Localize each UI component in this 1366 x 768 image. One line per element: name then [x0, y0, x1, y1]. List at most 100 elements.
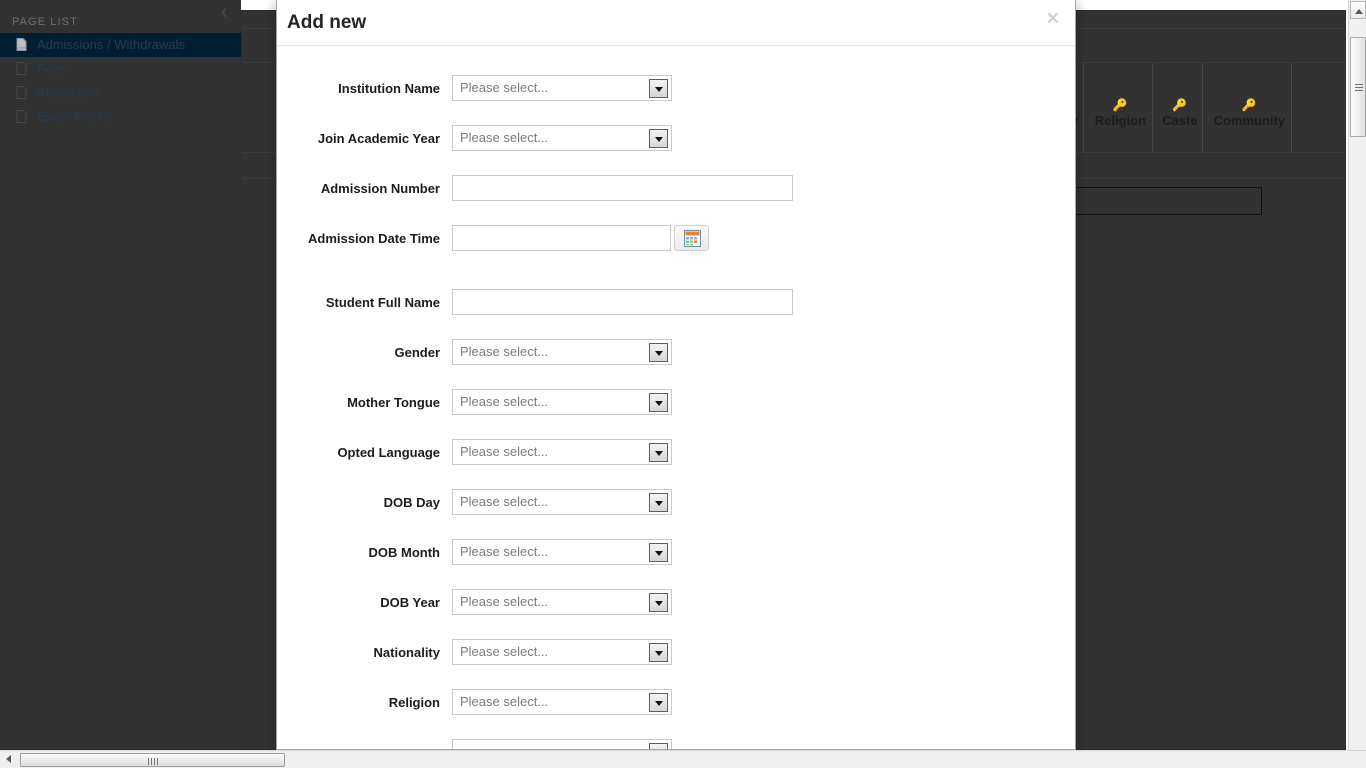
- sidebar-item-admissions-withdrawals[interactable]: Admissions / Withdrawals: [0, 33, 241, 57]
- field-label: Institution Name: [277, 75, 440, 98]
- field-label: Student Full Name: [277, 289, 440, 312]
- sidebar-item-label: Exam Marks: [38, 109, 110, 124]
- add-new-modal: Add new × Institution Name Please select…: [276, 0, 1076, 750]
- form-row-dob-month: DOB Month Please select...: [277, 539, 1075, 589]
- scroll-vertical-thumb[interactable]: [1350, 37, 1366, 137]
- chevron-left-glyph: [218, 6, 229, 19]
- form-row-admission-date-time: Admission Date Time: [277, 225, 1075, 289]
- student-full-name-input[interactable]: [452, 289, 793, 315]
- sidebar-header: PAGE LIST: [0, 0, 241, 33]
- chevron-down-icon[interactable]: [649, 129, 668, 148]
- form-row-gender: Gender Please select...: [277, 339, 1075, 389]
- page-icon: [16, 86, 27, 99]
- select-value: Please select...: [460, 544, 548, 559]
- field-control: [452, 739, 672, 749]
- admission-number-input[interactable]: [452, 175, 793, 201]
- field-label: Admission Date Time: [277, 225, 440, 248]
- field-control: Please select...: [452, 689, 672, 715]
- field-label: Gender: [277, 339, 440, 362]
- form-row-next-partial: [277, 739, 1075, 749]
- grid-column-religion[interactable]: 🔑 Religion: [1089, 63, 1153, 153]
- field-control: Please select...: [452, 639, 672, 665]
- scroll-horizontal-thumb[interactable]: [20, 753, 285, 767]
- field-label: Admission Number: [277, 175, 440, 198]
- join-academic-year-select[interactable]: Please select...: [452, 125, 672, 151]
- modal-title: Add new: [287, 12, 366, 34]
- field-control: Please select...: [452, 125, 672, 151]
- dob-year-select[interactable]: Please select...: [452, 589, 672, 615]
- page-icon: [16, 38, 27, 51]
- form-row-mother-tongue: Mother Tongue Please select...: [277, 389, 1075, 439]
- field-control: [452, 289, 793, 315]
- sidebar-item-label: Attendance: [37, 85, 103, 100]
- field-label: DOB Month: [277, 539, 440, 562]
- opted-language-select[interactable]: Please select...: [452, 439, 672, 465]
- grid-column-community[interactable]: 🔑 Community: [1208, 63, 1292, 153]
- chevron-down-icon[interactable]: [649, 493, 668, 512]
- form-row-admission-number: Admission Number: [277, 175, 1075, 225]
- scrollbar-vertical[interactable]: [1348, 0, 1366, 750]
- form-row-institution-name: Institution Name Please select...: [277, 75, 1075, 125]
- dob-month-select[interactable]: Please select...: [452, 539, 672, 565]
- chevron-down-icon[interactable]: [649, 743, 668, 749]
- chevron-down-icon[interactable]: [649, 443, 668, 462]
- field-control: Please select...: [452, 75, 672, 101]
- select-value: Please select...: [460, 130, 548, 145]
- sidebar-item-attendance[interactable]: Attendance: [0, 81, 241, 105]
- religion-select[interactable]: Please select...: [452, 689, 672, 715]
- calendar-icon[interactable]: [674, 225, 709, 251]
- form-row-dob-year: DOB Year Please select...: [277, 589, 1075, 639]
- select-value: Please select...: [460, 694, 548, 709]
- institution-name-select[interactable]: Please select...: [452, 75, 672, 101]
- nationality-select[interactable]: Please select...: [452, 639, 672, 665]
- form-row-student-full-name: Student Full Name: [277, 289, 1075, 339]
- field-label: Mother Tongue: [277, 389, 440, 412]
- close-icon[interactable]: ×: [1047, 8, 1059, 29]
- form-row-religion: Religion Please select...: [277, 689, 1075, 739]
- chevron-down-icon[interactable]: [649, 343, 668, 362]
- grid-column-caste[interactable]: 🔑 Caste: [1157, 63, 1203, 153]
- chevron-left-icon[interactable]: [213, 5, 233, 25]
- select-value: Please select...: [460, 444, 548, 459]
- admission-date-time-input[interactable]: [452, 225, 671, 251]
- mother-tongue-select[interactable]: Please select...: [452, 389, 672, 415]
- grid-column-label: Caste: [1157, 113, 1202, 128]
- field-label: Join Academic Year: [277, 125, 440, 148]
- key-icon: 🔑: [1208, 98, 1291, 112]
- grid-column-label: Community: [1208, 113, 1291, 128]
- dob-day-select[interactable]: Please select...: [452, 489, 672, 515]
- modal-body: Institution Name Please select... Join A…: [277, 47, 1075, 749]
- scroll-left-arrow-icon[interactable]: [1, 752, 17, 767]
- sidebar-item-fees[interactable]: Fees: [0, 57, 241, 81]
- chevron-down-icon[interactable]: [649, 79, 668, 98]
- select-value: Please select...: [460, 594, 548, 609]
- page-icon: [16, 110, 27, 123]
- sidebar-title: PAGE LIST: [12, 16, 78, 28]
- field-label: DOB Year: [277, 589, 440, 612]
- chevron-down-icon[interactable]: [649, 643, 668, 662]
- sidebar-nav: Admissions / Withdrawals Fees Attendance…: [0, 33, 241, 129]
- form-row-nationality: Nationality Please select...: [277, 639, 1075, 689]
- chevron-down-icon[interactable]: [649, 393, 668, 412]
- select-value: Please select...: [460, 344, 548, 359]
- sidebar-item-exam-marks[interactable]: Exam Marks: [0, 105, 241, 129]
- field-control: Please select...: [452, 339, 672, 365]
- scroll-up-arrow-icon[interactable]: [1350, 1, 1366, 19]
- form-row-dob-day: DOB Day Please select...: [277, 489, 1075, 539]
- chevron-down-icon[interactable]: [649, 693, 668, 712]
- gender-select[interactable]: Please select...: [452, 339, 672, 365]
- page-icon: [16, 62, 27, 75]
- field-label: Opted Language: [277, 439, 440, 462]
- sidebar-item-label: Admissions / Withdrawals: [37, 37, 185, 52]
- field-label: Religion: [277, 689, 440, 712]
- select-value: Please select...: [460, 494, 548, 509]
- field-control: Please select...: [452, 439, 672, 465]
- field-control: Please select...: [452, 389, 672, 415]
- field-control: [452, 175, 793, 201]
- next-select[interactable]: [452, 739, 672, 749]
- field-control: Please select...: [452, 489, 672, 515]
- chevron-down-icon[interactable]: [649, 543, 668, 562]
- chevron-down-icon[interactable]: [649, 593, 668, 612]
- modal-header: Add new ×: [277, 0, 1075, 46]
- scrollbar-horizontal[interactable]: [0, 750, 1366, 768]
